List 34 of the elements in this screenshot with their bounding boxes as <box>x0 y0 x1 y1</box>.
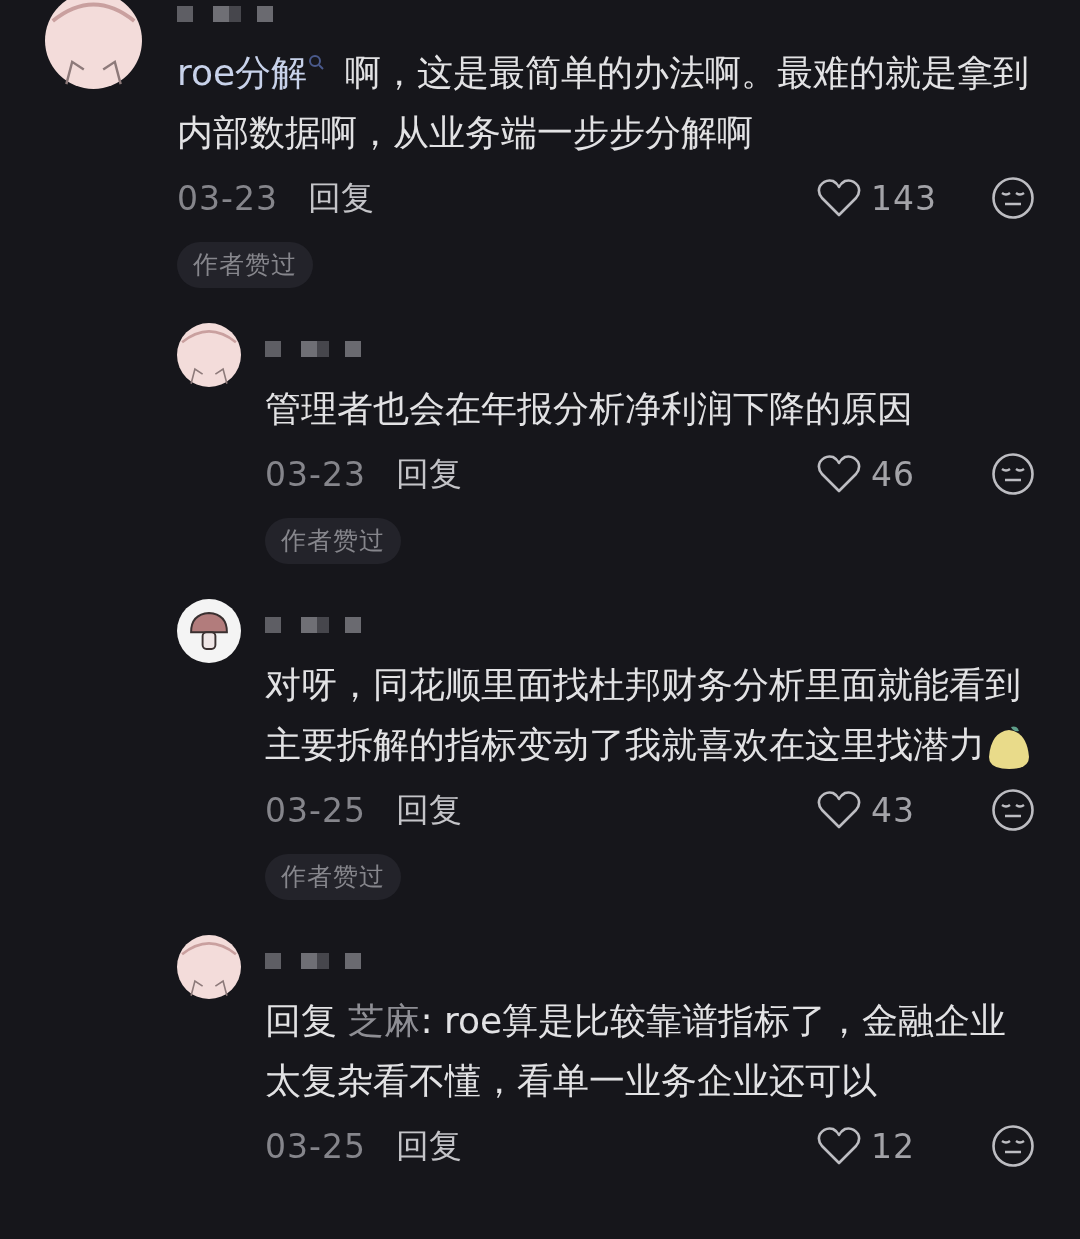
avatar[interactable] <box>177 323 241 387</box>
reply-link[interactable]: 回复 <box>395 787 462 833</box>
comment-text: 回复 芝麻: roe算是比较靠谱指标了，金融企业太复杂看不懂，看单一业务企业还可以 <box>265 999 1008 1103</box>
avatar[interactable] <box>177 935 241 999</box>
search-link[interactable]: roe分解 <box>177 52 308 93</box>
like-count: 143 <box>871 178 938 218</box>
reply-link[interactable]: 回复 <box>395 1123 462 1169</box>
dislike-icon[interactable] <box>991 452 1035 496</box>
like-icon[interactable] <box>817 454 861 494</box>
comment-date: 03-25 <box>265 1126 366 1166</box>
like-icon[interactable] <box>817 1126 861 1166</box>
dislike-icon[interactable] <box>991 788 1035 832</box>
comment-text: 对呀，同花顺里面找杜邦财务分析里面就能看到主要拆解的指标变动了我就喜欢在这里找潜力 <box>265 655 1035 775</box>
search-icon[interactable] <box>307 53 326 71</box>
reply-link[interactable]: 回复 <box>307 175 374 221</box>
comment-date: 03-23 <box>177 178 278 218</box>
comment-date: 03-23 <box>265 454 366 494</box>
author-liked-badge: 作者赞过 <box>265 518 401 564</box>
author-liked-badge: 作者赞过 <box>177 242 313 288</box>
like-count: 46 <box>871 454 916 494</box>
like-count: 12 <box>871 1126 916 1166</box>
comment-text: roe分解 啊，这是最简单的办法啊。最难的就是拿到内部数据啊，从业务端一步步分解啊 <box>177 51 1030 155</box>
like-icon[interactable] <box>817 178 861 218</box>
avatar[interactable] <box>45 0 142 89</box>
comment-date: 03-25 <box>265 790 366 830</box>
reply-link[interactable]: 回复 <box>395 451 462 497</box>
user-mention-link[interactable]: 芝麻 <box>348 1000 421 1041</box>
dislike-icon[interactable] <box>991 1124 1035 1168</box>
dislike-icon[interactable] <box>991 176 1035 220</box>
avatar[interactable] <box>177 599 241 663</box>
like-count: 43 <box>871 790 916 830</box>
like-icon[interactable] <box>817 790 861 830</box>
author-liked-badge: 作者赞过 <box>265 854 401 900</box>
comment-text: 管理者也会在年报分析净利润下降的原因 <box>265 387 914 431</box>
